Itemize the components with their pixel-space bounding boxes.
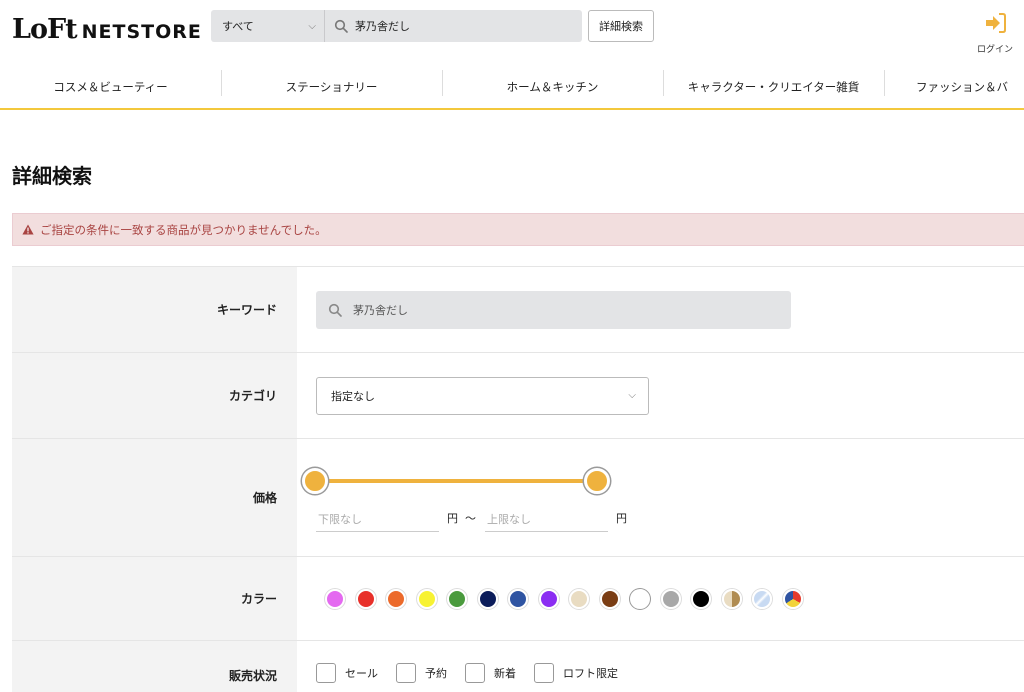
checkbox-new[interactable]: 新着 [465, 663, 516, 683]
search-scope-select[interactable]: すべて ⌵ [211, 10, 325, 42]
checkbox-box[interactable] [396, 663, 416, 683]
color-swatch-gold[interactable] [721, 588, 742, 609]
color-swatch-brown[interactable] [599, 588, 620, 609]
keyword-value: 茅乃舎だし [353, 303, 408, 317]
color-swatch-purple[interactable] [538, 588, 559, 609]
price-range: 下限なし 円 〜 上限なし 円 [302, 441, 802, 555]
price-min-input[interactable]: 下限なし [316, 508, 439, 532]
advanced-search-button[interactable]: 詳細検索 [588, 10, 654, 42]
price-slider-min-handle[interactable] [302, 467, 328, 494]
login-button[interactable]: ログイン [972, 12, 1018, 55]
checkbox-label: ロフト限定 [563, 667, 618, 680]
site-header: LoFt NETSTORE すべて ⌵ 茅乃舎だし 詳細検索 ログイン [0, 0, 1024, 66]
color-swatch-orange[interactable] [386, 588, 406, 609]
category-value: 指定なし [331, 389, 375, 403]
price-label: 価格 [12, 439, 297, 556]
category-row: カテゴリ 指定なし ⌵ [12, 353, 1024, 439]
sales-status-label: 販売状況 [12, 641, 297, 692]
alert-message: ご指定の条件に一致する商品が見つかりませんでした。 [40, 222, 327, 237]
checkbox-label: セール [345, 667, 378, 680]
color-swatch-silver[interactable] [752, 588, 772, 609]
nav-item-fashion[interactable]: ファッション＆バ [884, 66, 1024, 108]
nav-item-character[interactable]: キャラクター・クリエイター雑貨 [663, 66, 884, 108]
color-swatch-beige[interactable] [569, 588, 589, 609]
color-swatch-blue[interactable] [508, 588, 528, 609]
checkbox-label: 予約 [425, 667, 447, 680]
no-results-alert: ご指定の条件に一致する商品が見つかりませんでした。 [12, 213, 1024, 246]
price-min-unit: 円 [447, 511, 458, 525]
color-row: カラー [12, 557, 1024, 641]
header-search-input[interactable]: 茅乃舎だし [355, 18, 410, 34]
color-swatch-white[interactable] [630, 588, 650, 609]
sales-status-options: セール 予約 新着 ロフト限定 [316, 663, 636, 683]
color-swatch-green[interactable] [447, 588, 467, 609]
nav-item-cosme[interactable]: コスメ＆ビューティー [0, 66, 221, 108]
checkbox-sale[interactable]: セール [316, 663, 378, 683]
logo-text: NETSTORE [81, 21, 202, 43]
color-swatch-pink[interactable] [325, 588, 345, 609]
search-icon [325, 300, 345, 320]
advanced-search-form: キーワード 茅乃舎だし カテゴリ 指定なし ⌵ 価格 下限なし 円 〜 上限なし… [12, 266, 1024, 692]
category-select[interactable]: 指定なし ⌵ [316, 376, 649, 415]
checkbox-box[interactable] [316, 663, 336, 683]
nav-item-home-kitchen[interactable]: ホーム＆キッチン [442, 66, 663, 108]
price-row: 価格 下限なし 円 〜 上限なし 円 [12, 439, 1024, 557]
checkbox-box[interactable] [465, 663, 485, 683]
search-scope-value: すべて [222, 20, 254, 33]
keyword-label: キーワード [12, 267, 297, 352]
color-swatch-red[interactable] [355, 588, 376, 609]
header-search-bar: すべて ⌵ 茅乃舎だし [211, 10, 582, 42]
checkbox-loft-limited[interactable]: ロフト限定 [534, 663, 618, 683]
price-max-input[interactable]: 上限なし [485, 508, 608, 532]
price-separator: 〜 [465, 511, 476, 525]
price-slider-max-handle[interactable] [584, 467, 610, 494]
page-title: 詳細検索 [12, 164, 92, 188]
color-swatch-gray[interactable] [660, 588, 681, 609]
keyword-input[interactable]: 茅乃舎だし [316, 290, 791, 329]
price-max-unit: 円 [616, 511, 627, 525]
category-nav: コスメ＆ビューティー ステーショナリー ホーム＆キッチン キャラクター・クリエイ… [0, 66, 1024, 110]
chevron-down-icon: ⌵ [628, 390, 636, 401]
category-label: カテゴリ [12, 353, 297, 438]
nav-item-stationery[interactable]: ステーショナリー [221, 66, 442, 108]
warning-icon [22, 220, 34, 239]
keyword-row: キーワード 茅乃舎だし [12, 267, 1024, 353]
color-label: カラー [12, 557, 297, 640]
sales-status-row: 販売状況 セール 予約 新着 ロフト限定 [12, 641, 1024, 692]
color-swatch-multi[interactable] [782, 588, 803, 609]
price-slider-track[interactable] [316, 478, 598, 483]
checkbox-box[interactable] [534, 663, 554, 683]
color-swatch-navy[interactable] [477, 588, 498, 609]
chevron-down-icon: ⌵ [308, 20, 316, 32]
checkbox-label: 新着 [494, 667, 516, 680]
login-arrow-icon [982, 12, 1008, 38]
login-label: ログイン [976, 45, 1013, 55]
color-swatch-yellow[interactable] [416, 588, 437, 609]
color-swatches [325, 588, 803, 609]
loft-netstore-logo[interactable]: LoFt NETSTORE [12, 14, 202, 45]
search-icon [331, 16, 351, 36]
logo-mark: LoFt [12, 14, 78, 45]
checkbox-reservation[interactable]: 予約 [396, 663, 447, 683]
color-swatch-black[interactable] [691, 588, 711, 609]
